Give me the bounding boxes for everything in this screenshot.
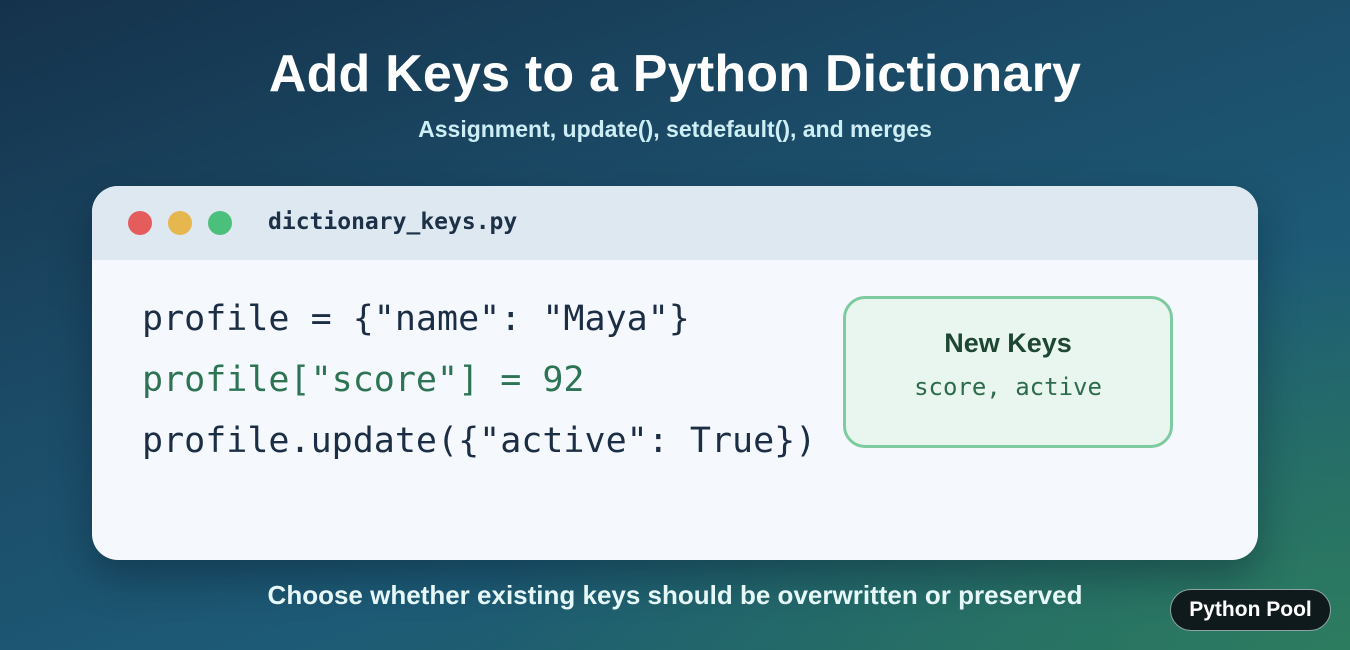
window-titlebar: dictionary_keys.py [92,186,1258,260]
minimize-dot-icon[interactable] [168,211,192,235]
caption: Choose whether existing keys should be o… [267,580,1083,610]
new-keys-list: score, active [914,373,1102,401]
code-line: profile = {"name": "Maya"} [142,299,690,339]
maximize-dot-icon[interactable] [208,211,232,235]
brand-badge: Python Pool [1170,589,1331,631]
page-subtitle: Assignment, update(), setdefault(), and … [418,116,932,142]
close-dot-icon[interactable] [128,211,152,235]
code-line: profile.update({"active": True}) [142,421,817,461]
code-line-highlighted: profile["score"] = 92 [142,360,585,400]
window-filename: dictionary_keys.py [268,209,518,235]
new-keys-title: New Keys [944,328,1072,358]
page-title: Add Keys to a Python Dictionary [268,45,1082,103]
new-keys-card: New Keys score, active [843,296,1173,448]
code-window: dictionary_keys.py profile = {"name": "M… [92,186,1258,560]
code-block: profile = {"name": "Maya"} profile["scor… [142,294,816,477]
